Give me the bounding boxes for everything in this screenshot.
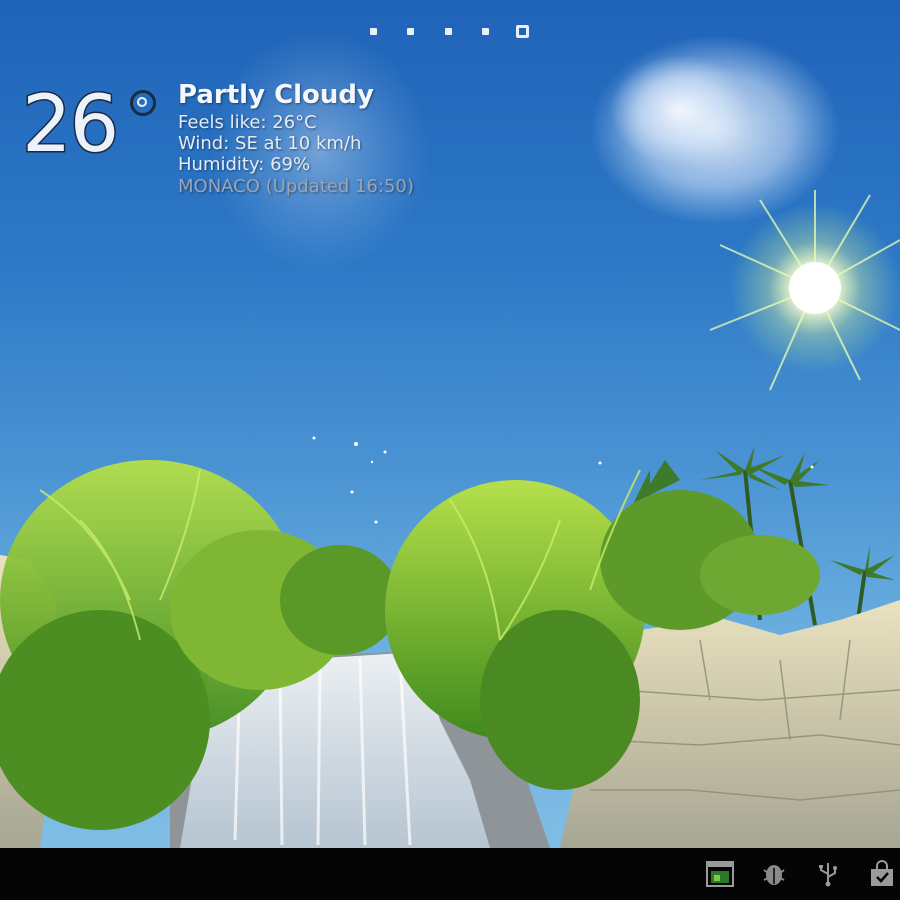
store-bag-icon[interactable] <box>866 858 898 890</box>
weather-condition: Partly Cloudy <box>178 80 374 110</box>
location-updated-text: MONACO (Updated 16:50) <box>178 176 414 197</box>
degree-icon <box>130 90 156 116</box>
page-indicator <box>366 24 536 40</box>
screenshot-icon[interactable] <box>704 858 736 890</box>
android-debug-icon[interactable] <box>758 858 790 890</box>
wind-text: Wind: SE at 10 km/h <box>178 133 362 154</box>
usb-icon[interactable] <box>812 858 844 890</box>
feels-like-text: Feels like: 26°C <box>178 112 317 133</box>
page-dot-2[interactable] <box>407 28 414 35</box>
page-dot-3[interactable] <box>445 28 452 35</box>
system-bar <box>0 848 900 900</box>
temperature-value: 26 <box>22 80 119 170</box>
page-dot-active[interactable] <box>516 25 529 38</box>
page-dot-4[interactable] <box>482 28 489 35</box>
home-screen: 26 26 Partly Cloudy Feels like: 26°C Win… <box>0 0 900 900</box>
page-dot-1[interactable] <box>370 28 377 35</box>
weather-widget[interactable]: 26 26 Partly Cloudy Feels like: 26°C Win… <box>20 79 442 210</box>
humidity-text: Humidity: 69% <box>178 154 311 175</box>
